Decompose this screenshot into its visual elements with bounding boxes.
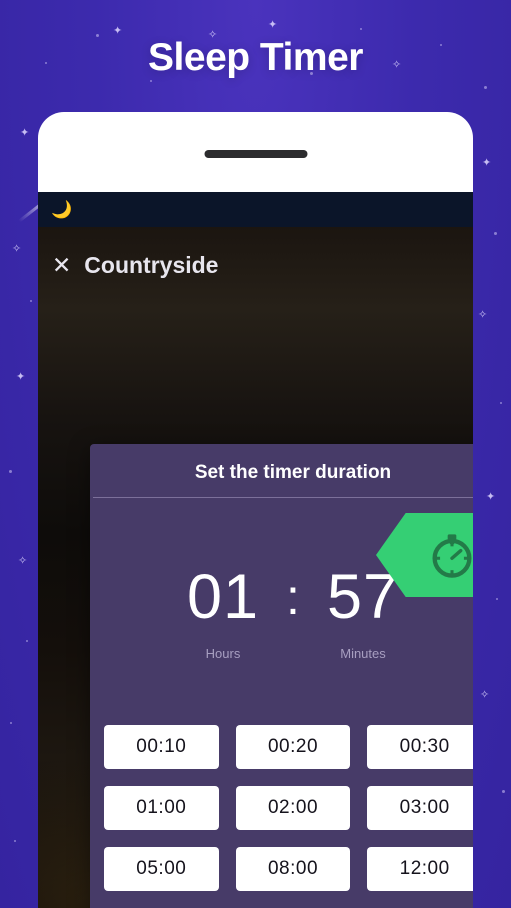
star	[9, 470, 12, 473]
star	[14, 840, 16, 842]
preset-button[interactable]: 01:00	[104, 786, 219, 830]
hours-value[interactable]: 01	[170, 566, 276, 629]
preset-button[interactable]: 00:20	[235, 725, 351, 769]
star: ✧	[480, 689, 490, 701]
star	[494, 232, 497, 235]
preset-button[interactable]: 12:00	[367, 847, 473, 891]
star: ✦	[268, 19, 278, 31]
stopwatch-icon	[432, 534, 471, 578]
star: ✦	[16, 371, 26, 383]
preset-button[interactable]: 00:30	[367, 725, 473, 769]
preset-duration-grid: 00:10 00:20 00:30 01:00 02:00 03:00 05:0…	[104, 725, 473, 891]
star: ✦	[20, 127, 30, 139]
star: ✧	[18, 555, 28, 567]
star	[30, 300, 32, 302]
timer-duration-dialog: Set the timer duration 01 : 57 Hours Min…	[90, 444, 473, 908]
star	[500, 402, 502, 404]
phone-speaker-slot	[204, 150, 307, 158]
sound-header: ✕ Countryside	[52, 252, 218, 279]
preset-button[interactable]: 02:00	[235, 786, 351, 830]
time-labels: Hours Minutes	[90, 633, 473, 661]
phone-mockup: 🌙 ✕ Countryside Set the timer duration 0…	[38, 112, 473, 908]
star	[150, 80, 152, 82]
star	[26, 640, 28, 642]
dialog-title: Set the timer duration	[194, 462, 392, 483]
dialog-divider	[93, 497, 473, 498]
star	[360, 28, 362, 30]
status-bar: 🌙	[38, 192, 473, 227]
hours-label: Hours	[205, 646, 241, 661]
sound-title: Countryside	[84, 252, 219, 278]
preset-button[interactable]: 03:00	[367, 786, 473, 830]
star: ✧	[12, 243, 22, 255]
minutes-label: Minutes	[340, 646, 386, 661]
time-separator: :	[286, 569, 300, 625]
preset-button[interactable]: 05:00	[104, 847, 219, 891]
moon-zzz-icon: 🌙	[51, 200, 73, 219]
star	[496, 598, 498, 600]
star: ✧	[478, 309, 488, 321]
phone-screen: 🌙 ✕ Countryside Set the timer duration 0…	[38, 192, 473, 908]
page-title: Sleep Timer	[148, 36, 363, 79]
preset-button[interactable]: 00:10	[104, 725, 219, 769]
preset-button[interactable]: 08:00	[235, 847, 351, 891]
star: ✦	[482, 157, 492, 169]
hours-column[interactable]: 01	[170, 566, 276, 629]
star	[484, 86, 487, 89]
star	[502, 790, 505, 793]
star	[10, 722, 12, 724]
star: ✦	[486, 491, 496, 503]
close-icon[interactable]: ✕	[52, 254, 71, 277]
